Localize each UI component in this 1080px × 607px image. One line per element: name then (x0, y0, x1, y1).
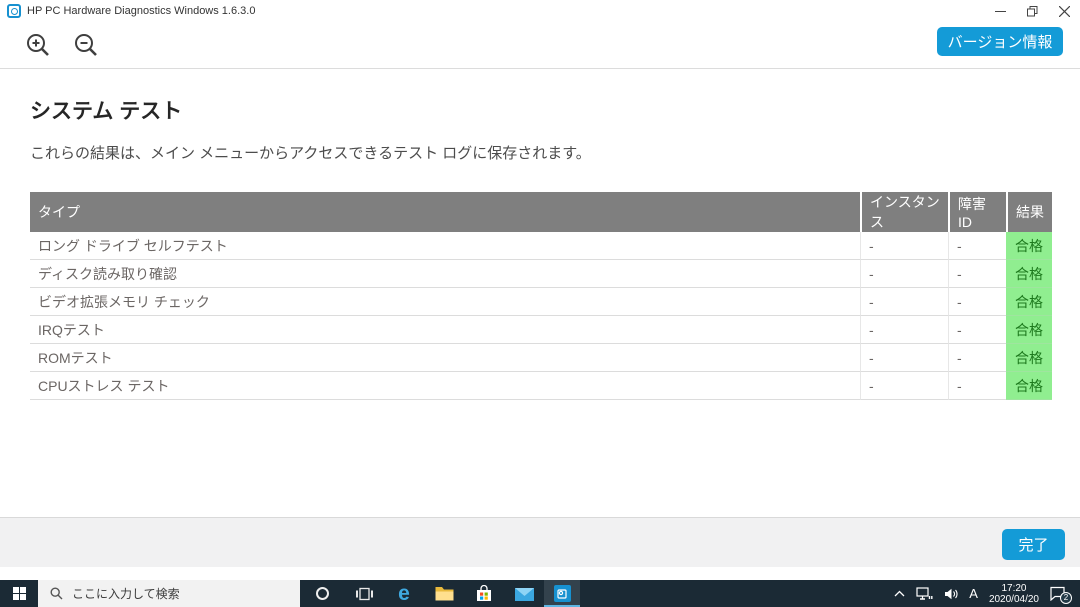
store-icon (476, 585, 492, 602)
col-header-result: 結果 (1006, 192, 1052, 232)
taskbar-spacer (580, 580, 894, 607)
cell-type: ビデオ拡張メモリ チェック (30, 288, 860, 316)
cell-fault-id: - (948, 288, 1006, 316)
page-title: システム テスト (30, 95, 1052, 125)
titlebar: HP PC Hardware Diagnostics Windows 1.6.3… (0, 0, 1080, 22)
cell-type: ロング ドライブ セルフテスト (30, 232, 860, 260)
cell-type: CPUストレス テスト (30, 372, 860, 400)
cortana-button[interactable] (300, 580, 344, 607)
system-tray: A 17:20 2020/04/20 2 (894, 580, 1080, 607)
table-header-row: タイプ インスタンス 障害ID 結果 (30, 192, 1052, 232)
cell-result: 合格 (1006, 232, 1052, 260)
taskbar-search-input[interactable]: ここに入力して検索 (38, 580, 300, 607)
cell-fault-id: - (948, 316, 1006, 344)
toolbar: バージョン情報 (0, 22, 1080, 69)
chevron-up-icon[interactable] (894, 590, 905, 597)
col-header-instance: インスタンス (860, 192, 948, 232)
cell-fault-id: - (948, 260, 1006, 288)
restore-button[interactable] (1016, 0, 1048, 22)
cell-instance: - (860, 288, 948, 316)
task-view-icon (356, 587, 373, 601)
footer-bar: 完了 (0, 517, 1080, 567)
edge-button[interactable]: e (384, 580, 424, 607)
cell-fault-id: - (948, 232, 1006, 260)
network-icon[interactable] (916, 587, 933, 600)
cell-type: IRQテスト (30, 316, 860, 344)
window-controls (984, 0, 1080, 22)
search-icon (50, 587, 63, 600)
action-center-button[interactable]: 2 (1050, 586, 1066, 601)
results-table: タイプ インスタンス 障害ID 結果 ロング ドライブ セルフテスト - - 合… (30, 192, 1052, 400)
start-icon (13, 587, 26, 600)
cell-result: 合格 (1006, 288, 1052, 316)
cell-result: 合格 (1006, 260, 1052, 288)
speaker-icon[interactable] (944, 588, 958, 600)
cell-instance: - (860, 372, 948, 400)
windows-taskbar: ここに入力して検索 e (0, 580, 1080, 607)
app-window: HP PC Hardware Diagnostics Windows 1.6.3… (0, 0, 1080, 580)
cell-instance: - (860, 232, 948, 260)
tray-date: 2020/04/20 (989, 594, 1039, 605)
minimize-button[interactable] (984, 0, 1016, 22)
table-row: ビデオ拡張メモリ チェック - - 合格 (30, 288, 1052, 316)
file-explorer-icon (435, 586, 454, 601)
table-row: ロング ドライブ セルフテスト - - 合格 (30, 232, 1052, 260)
cell-type: ディスク読み取り確認 (30, 260, 860, 288)
cell-instance: - (860, 260, 948, 288)
zoom-in-icon[interactable] (24, 31, 52, 59)
cell-fault-id: - (948, 344, 1006, 372)
cortana-icon (316, 587, 329, 600)
hp-diagnostics-taskbar-button[interactable] (544, 580, 580, 607)
table-row: ディスク読み取り確認 - - 合格 (30, 260, 1052, 288)
start-button[interactable] (0, 580, 38, 607)
main-content: システム テスト これらの結果は、メイン メニューからアクセスできるテスト ログ… (0, 95, 1080, 400)
cell-fault-id: - (948, 372, 1006, 400)
cell-result: 合格 (1006, 344, 1052, 372)
edge-icon: e (398, 583, 410, 604)
cell-result: 合格 (1006, 372, 1052, 400)
mail-icon (515, 587, 534, 601)
page-description: これらの結果は、メイン メニューからアクセスできるテスト ログに保存されます。 (30, 142, 1052, 163)
notification-badge: 2 (1060, 592, 1072, 604)
store-button[interactable] (464, 580, 504, 607)
done-button[interactable]: 完了 (1002, 529, 1065, 560)
hp-diagnostics-app-icon (7, 4, 21, 18)
taskbar-clock[interactable]: 17:20 2020/04/20 (989, 583, 1039, 605)
search-placeholder: ここに入力して検索 (72, 585, 180, 602)
ime-indicator[interactable]: A (969, 586, 978, 601)
col-header-type: タイプ (30, 192, 860, 232)
close-button[interactable] (1048, 0, 1080, 22)
cell-result: 合格 (1006, 316, 1052, 344)
table-row: ROMテスト - - 合格 (30, 344, 1052, 372)
task-view-button[interactable] (344, 580, 384, 607)
col-header-fault-id: 障害ID (948, 192, 1006, 232)
zoom-out-icon[interactable] (72, 31, 100, 59)
hp-diagnostics-icon (554, 585, 571, 602)
file-explorer-button[interactable] (424, 580, 464, 607)
tray-time: 17:20 (989, 583, 1039, 594)
cell-instance: - (860, 316, 948, 344)
window-title: HP PC Hardware Diagnostics Windows 1.6.3… (27, 5, 255, 17)
version-info-button[interactable]: バージョン情報 (937, 27, 1063, 56)
cell-type: ROMテスト (30, 344, 860, 372)
table-row: IRQテスト - - 合格 (30, 316, 1052, 344)
mail-button[interactable] (504, 580, 544, 607)
table-row: CPUストレス テスト - - 合格 (30, 372, 1052, 400)
cell-instance: - (860, 344, 948, 372)
